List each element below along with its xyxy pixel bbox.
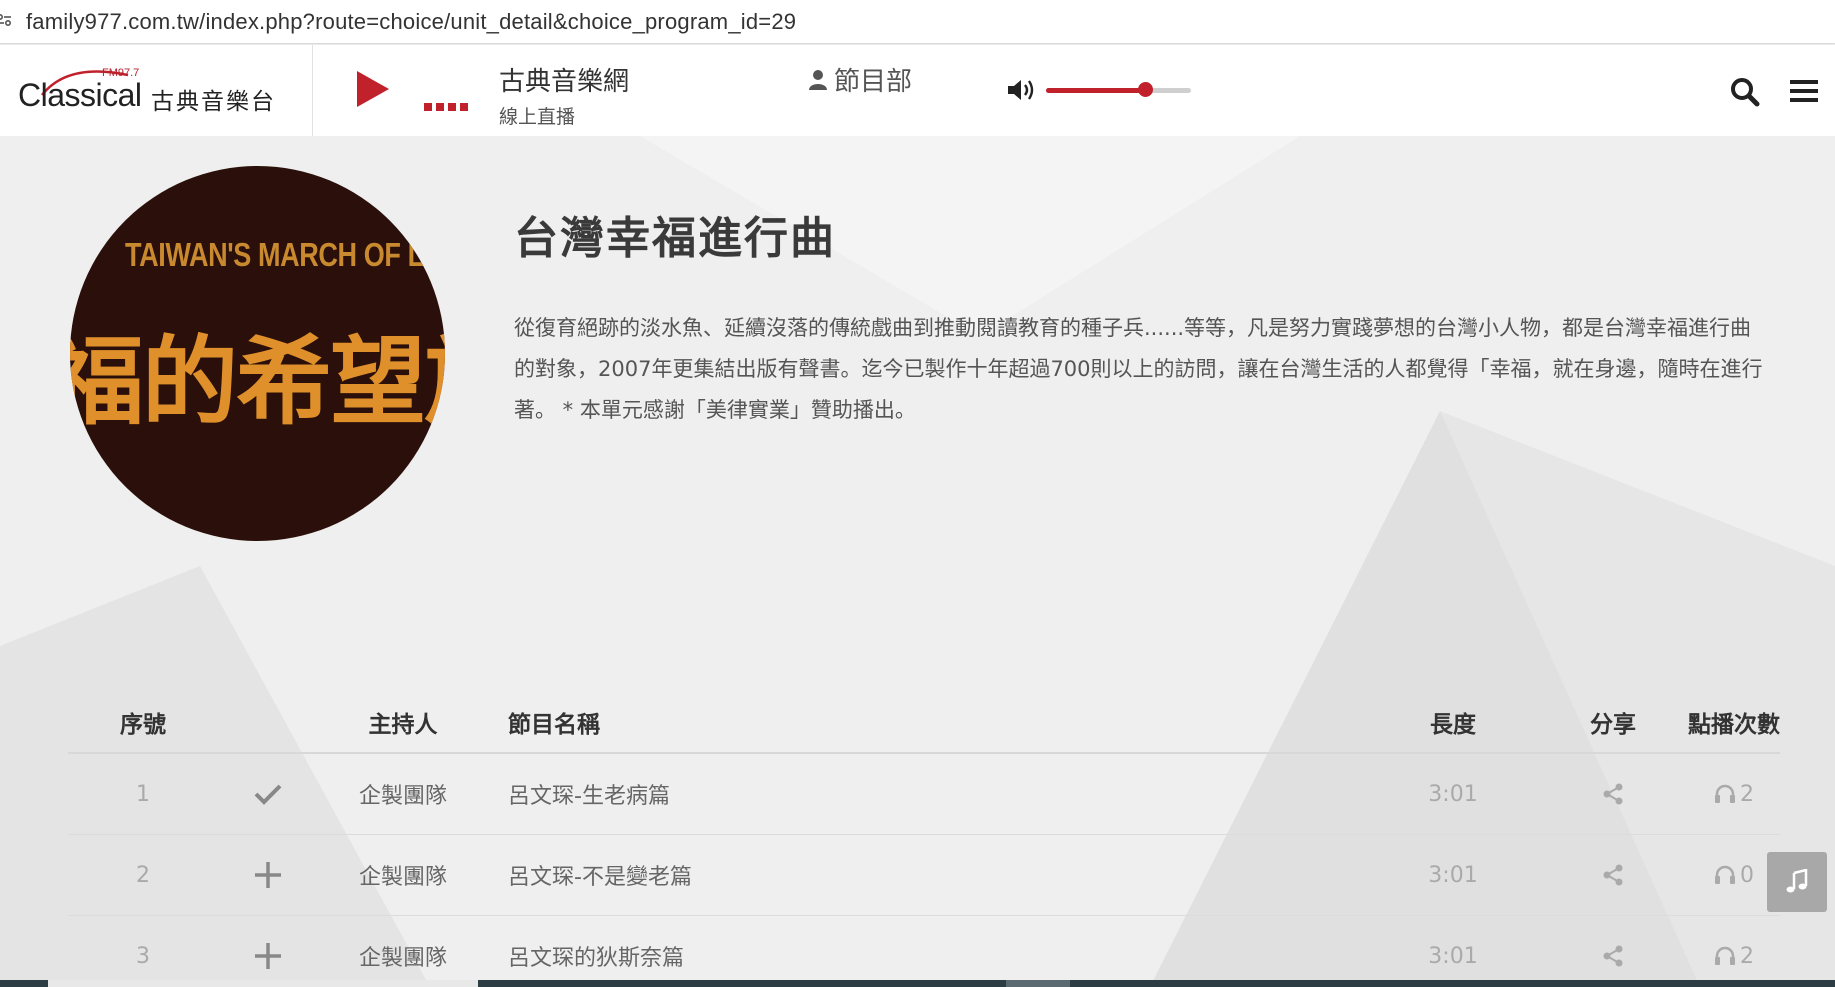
- row-episode-name[interactable]: 呂文琛的狄斯奈篇: [488, 940, 1368, 972]
- header-name: 節目名稱: [508, 712, 600, 738]
- bottom-progress-bar: [0, 980, 1835, 987]
- row-play-count: 0: [1740, 862, 1754, 888]
- playlist-float-button[interactable]: [1767, 852, 1827, 912]
- station-subtitle: 線上直播: [499, 106, 576, 128]
- row-number: 1: [136, 781, 150, 807]
- header-length: 長度: [1430, 712, 1476, 738]
- row-host: 企製團隊: [358, 865, 447, 890]
- header-share: 分享: [1590, 712, 1636, 738]
- share-icon[interactable]: [1538, 864, 1688, 886]
- logo-text: Classical: [18, 77, 142, 113]
- volume-fill: [1046, 87, 1145, 93]
- play-icon: [357, 71, 389, 107]
- row-episode-name[interactable]: 呂文琛-不是變老篇: [488, 859, 1368, 891]
- program-title: 台灣幸福進行曲: [514, 213, 836, 264]
- volume-slider[interactable]: [1046, 81, 1191, 97]
- header-plays: 點播次數: [1688, 712, 1780, 738]
- site-logo[interactable]: FM97.7 Classical 古典音樂台: [18, 67, 278, 117]
- row-host: 企製團隊: [358, 784, 447, 809]
- url-text[interactable]: family977.com.tw/index.php?route=choice/…: [26, 9, 796, 35]
- row-length: 3:01: [1428, 781, 1478, 807]
- table-row[interactable]: 2 企製團隊 呂文琛-不是變老篇 3:01 0: [68, 835, 1780, 916]
- logo-chinese-text: 古典音樂台: [151, 89, 276, 115]
- music-note-icon: [1786, 869, 1808, 893]
- department-label: 節目部: [834, 67, 913, 97]
- hamburger-menu-icon[interactable]: [1790, 79, 1818, 107]
- station-name: 古典音樂網: [499, 67, 630, 97]
- volume-knob[interactable]: [1137, 81, 1153, 97]
- table-header: 序號 主持人 節目名稱 長度 分享 點播次數: [68, 692, 1780, 754]
- volume-icon[interactable]: [1006, 78, 1036, 102]
- row-plays: 2: [1688, 944, 1780, 969]
- table-row[interactable]: 3 企製團隊 呂文琛的狄斯奈篇 3:01 2: [68, 916, 1780, 987]
- headphones-icon: [1715, 865, 1735, 884]
- program-cover-image: TAIWAN'S MARCH OF L 福的希望旅: [70, 166, 445, 541]
- cover-chinese-text: 福的希望旅: [70, 326, 445, 438]
- row-number: 3: [136, 943, 150, 969]
- cover-english-text: TAIWAN'S MARCH OF L: [125, 236, 424, 273]
- search-icon[interactable]: [1730, 77, 1760, 111]
- row-host: 企製團隊: [358, 946, 447, 971]
- play-button[interactable]: [355, 69, 391, 109]
- row-length: 3:01: [1428, 862, 1478, 888]
- header-divider: [312, 45, 313, 136]
- player-header: FM97.7 Classical 古典音樂台 古典音樂網 線上直播 節目部: [0, 45, 1835, 136]
- row-plays: 2: [1688, 782, 1780, 807]
- episode-table: 序號 主持人 節目名稱 長度 分享 點播次數 1 企製團隊 呂文琛-生老病篇 3…: [68, 692, 1780, 987]
- add-plus-icon[interactable]: [218, 860, 318, 890]
- header-no: 序號: [120, 712, 166, 738]
- headphones-icon: [1715, 946, 1735, 965]
- table-row[interactable]: 1 企製團隊 呂文琛-生老病篇 3:01 2: [68, 754, 1780, 835]
- station-info: 古典音樂網 線上直播: [499, 61, 629, 129]
- row-episode-name[interactable]: 呂文琛-生老病篇: [488, 778, 1368, 810]
- volume-control[interactable]: [1006, 78, 1191, 102]
- department-link[interactable]: 節目部: [808, 61, 912, 98]
- share-icon[interactable]: [1538, 783, 1688, 805]
- headphones-icon: [1715, 784, 1735, 803]
- row-number: 2: [136, 862, 150, 888]
- site-info-icon[interactable]: [0, 12, 18, 32]
- add-plus-icon[interactable]: [218, 941, 318, 971]
- row-play-count: 2: [1740, 781, 1754, 807]
- row-length: 3:01: [1428, 943, 1478, 969]
- browser-address-bar[interactable]: family977.com.tw/index.php?route=choice/…: [0, 0, 1835, 44]
- user-icon: [809, 69, 827, 90]
- program-detail: TAIWAN'S MARCH OF L 福的希望旅 台灣幸福進行曲 從復育絕跡的…: [0, 136, 1835, 987]
- share-icon[interactable]: [1538, 945, 1688, 967]
- row-play-count: 2: [1740, 943, 1754, 969]
- added-check-icon[interactable]: [218, 783, 318, 805]
- program-description: 從復育絕跡的淡水魚、延續沒落的傳統戲曲到推動閱讀教育的種子兵......等等，凡…: [514, 316, 1763, 422]
- live-indicator-icon: [424, 103, 468, 111]
- header-host: 主持人: [368, 712, 438, 738]
